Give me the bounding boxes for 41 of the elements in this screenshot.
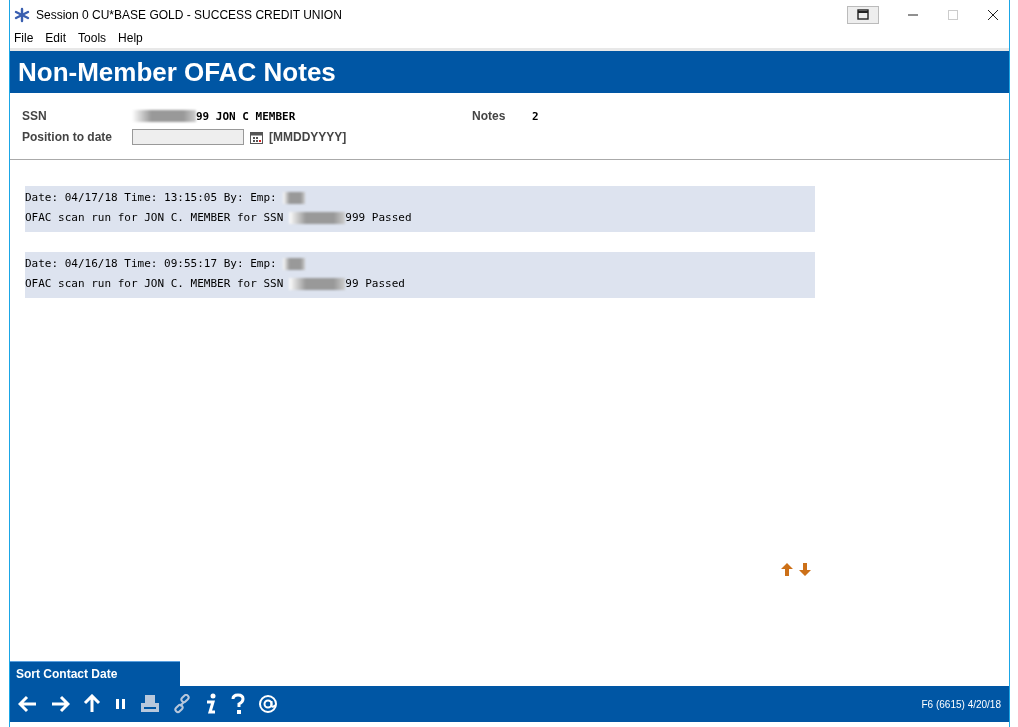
window-restore-icon[interactable] [847,6,879,24]
redaction-mark [289,212,346,224]
printer-icon[interactable] [140,694,160,714]
menu-item[interactable]: File [14,31,34,45]
arrow-left-icon[interactable] [18,694,38,714]
redaction-mark [289,278,346,290]
arrow-right-icon[interactable] [50,694,70,714]
note-result: 999 Passed [345,210,412,226]
status-text: F6 (6615) 4/20/18 [921,698,1001,710]
sort-tab[interactable]: Sort Contact Date [10,661,180,686]
position-label: Position to date [22,130,113,144]
note-text: OFAC scan run for JON C. MEMBER for SSN [25,210,284,226]
menu-item[interactable]: Help [118,31,143,45]
pause-icon[interactable] [114,697,128,711]
arrow-up-icon[interactable] [780,562,794,577]
help-icon[interactable] [230,693,246,715]
date-input-field[interactable] [132,129,244,145]
window-title: Session 0 CU*BASE GOLD - SUCCESS CREDIT UNION [36,8,342,22]
link-icon[interactable] [172,694,192,714]
redaction-mark [282,192,305,204]
note-text: OFAC scan run for JON C. MEMBER for SSN [25,276,284,292]
notes-label: Notes [472,109,507,123]
email-icon[interactable] [258,694,278,714]
calendar-icon[interactable] [250,130,263,144]
note-result: 99 Passed [345,276,405,292]
arrow-up-icon[interactable] [82,694,102,714]
menu-item[interactable]: Edit [45,31,67,45]
note-header: Date: 04/17/18 Time: 13:15:05 By: Emp: [25,190,277,206]
menu-item[interactable]: Tools [78,31,107,45]
app-logo-icon [14,7,30,23]
member-name: 99 JON C MEMBER [196,109,296,123]
page-title: Non-Member OFAC Notes [10,51,1009,93]
date-format-hint: [MMDDYYYY] [269,130,347,144]
redaction-mark [132,110,196,122]
redaction-mark [282,258,305,270]
info-icon[interactable] [204,693,218,715]
notes-count: 2 [532,109,540,123]
close-icon[interactable] [987,9,999,21]
note-header: Date: 04/16/18 Time: 09:55:17 By: Emp: [25,256,277,272]
ssn-label: SSN [22,109,48,123]
arrow-down-icon[interactable] [798,562,812,577]
